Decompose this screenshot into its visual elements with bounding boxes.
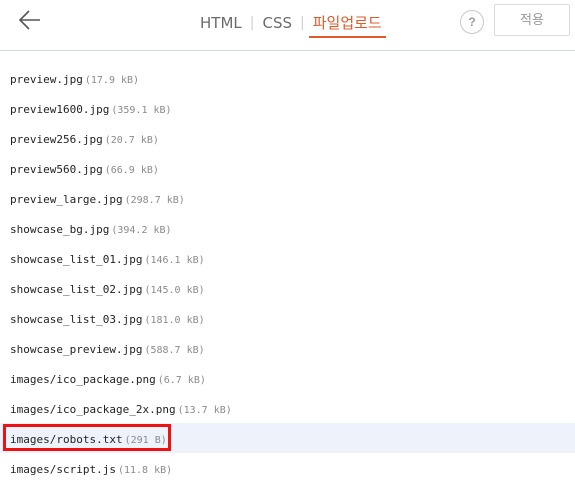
question-mark-icon: ? <box>468 15 476 29</box>
file-list-item[interactable]: images/ico_package.png (6.7 kB) <box>0 363 575 393</box>
file-name: preview560.jpg <box>10 163 103 176</box>
file-list-item[interactable]: images/script.js (11.8 kB) <box>0 453 575 483</box>
file-name: images/ico_package_2x.png <box>10 403 176 416</box>
file-size: (6.7 kB) <box>157 375 206 386</box>
file-size: (11.8 kB) <box>117 465 173 476</box>
file-name: images/ico_package.png <box>10 373 156 386</box>
file-name: images/script.js <box>10 463 116 476</box>
file-name: showcase_list_01.jpg <box>10 253 143 266</box>
editor-tabs: HTML | CSS | 파일업로드 <box>196 10 386 40</box>
file-list-item[interactable]: showcase_bg.jpg (394.2 kB) <box>0 213 575 243</box>
tab-separator: | <box>300 15 305 31</box>
back-button[interactable] <box>10 6 46 42</box>
file-list-item[interactable]: showcase_list_02.jpg (145.0 kB) <box>0 273 575 303</box>
file-size: (181.0 kB) <box>144 315 205 326</box>
file-list-item[interactable]: images/robots.txt (291 B) <box>0 423 575 453</box>
file-size: (20.7 kB) <box>104 135 159 146</box>
file-size: (145.0 kB) <box>144 285 205 296</box>
file-size: (66.9 kB) <box>104 165 159 176</box>
tab-separator: | <box>249 15 255 31</box>
file-size: (291 B) <box>124 435 167 446</box>
file-size: (298.7 kB) <box>124 195 185 206</box>
file-list-item[interactable]: preview560.jpg (66.9 kB) <box>0 153 575 183</box>
help-button[interactable]: ? <box>460 10 484 34</box>
file-list-item[interactable]: preview1600.jpg (359.1 kB) <box>0 93 575 123</box>
file-list-item[interactable]: showcase_preview.jpg (588.7 kB) <box>0 333 575 363</box>
file-name: preview256.jpg <box>10 133 103 146</box>
file-name: preview1600.jpg <box>10 103 110 116</box>
file-size: (17.9 kB) <box>84 75 140 86</box>
arrow-left-icon <box>18 10 40 30</box>
file-size: (588.7 kB) <box>144 345 205 356</box>
file-name: showcase_list_02.jpg <box>10 283 143 296</box>
file-size: (13.7 kB) <box>177 405 232 416</box>
file-list-item[interactable]: showcase_list_01.jpg (146.1 kB) <box>0 243 575 273</box>
tab-file-upload[interactable]: 파일업로드 <box>308 10 386 38</box>
header-bar: HTML | CSS | 파일업로드 ? 적용 <box>0 0 575 51</box>
tab-html[interactable]: HTML <box>196 10 246 36</box>
file-name: images/robots.txt <box>10 433 123 446</box>
file-name: showcase_list_03.jpg <box>10 313 143 326</box>
file-list-item[interactable]: showcase_list_03.jpg (181.0 kB) <box>0 303 575 333</box>
file-list: preview.jpg (17.9 kB) preview1600.jpg (359.… <box>0 63 575 483</box>
file-size: (394.2 kB) <box>111 225 172 236</box>
file-name: showcase_bg.jpg <box>10 223 110 236</box>
file-list-item[interactable]: preview256.jpg (20.7 kB) <box>0 123 575 153</box>
file-list-item[interactable]: preview.jpg (17.9 kB) <box>0 63 575 93</box>
file-size: (359.1 kB) <box>111 105 172 116</box>
file-upload-panel: HTML | CSS | 파일업로드 ? 적용 preview.jpg (17.9… <box>0 0 575 484</box>
file-list-item[interactable]: preview_large.jpg (298.7 kB) <box>0 183 575 213</box>
file-list-item[interactable]: images/ico_package_2x.png (13.7 kB) <box>0 393 575 423</box>
apply-button[interactable]: 적용 <box>494 4 570 36</box>
file-name: preview_large.jpg <box>10 193 123 206</box>
file-size: (146.1 kB) <box>144 255 205 266</box>
file-name: showcase_preview.jpg <box>10 343 143 356</box>
tab-css[interactable]: CSS <box>258 10 296 36</box>
file-name: preview.jpg <box>10 73 83 86</box>
